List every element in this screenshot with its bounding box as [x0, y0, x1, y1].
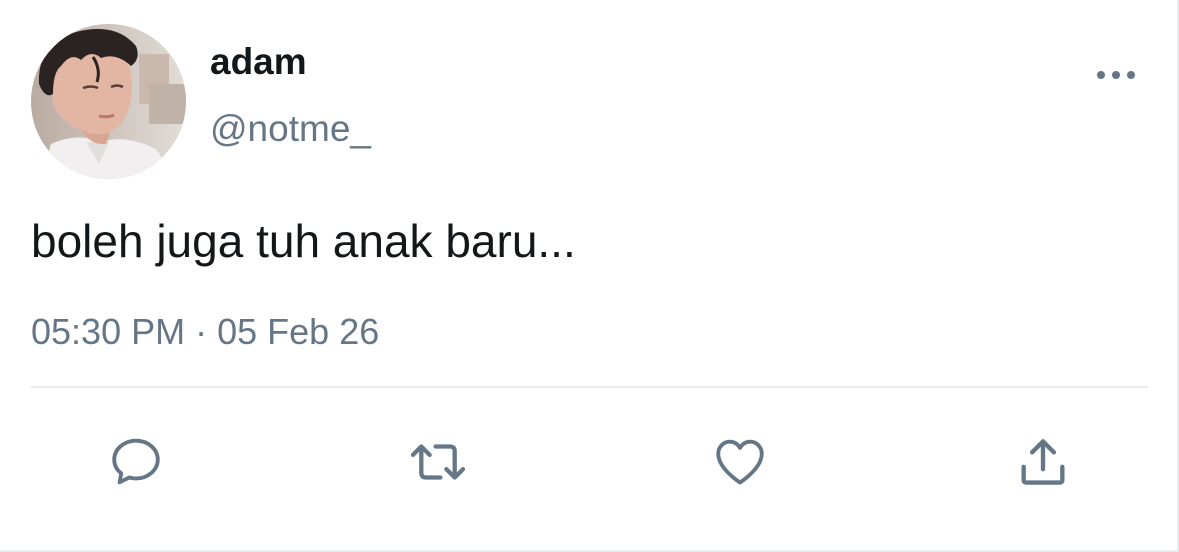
retweet-icon [410, 444, 466, 480]
share-button[interactable] [1011, 430, 1075, 494]
display-name[interactable]: adam [210, 40, 307, 84]
more-options-button[interactable] [1090, 58, 1142, 92]
like-button[interactable] [708, 430, 772, 494]
more-dots-icon [1097, 71, 1135, 79]
share-upload-icon [1021, 439, 1065, 485]
tweet-timestamp[interactable]: 05:30 PM · 05 Feb 26 [31, 310, 379, 354]
avatar-photo [31, 24, 186, 179]
divider [31, 386, 1148, 388]
retweet-button[interactable] [406, 430, 470, 494]
reply-button[interactable] [104, 430, 168, 494]
heart-icon [716, 439, 764, 485]
tweet-text: boleh juga tuh anak baru... [31, 215, 576, 267]
user-handle[interactable]: @notme_ [210, 107, 371, 151]
comment-bubble-icon [112, 438, 160, 485]
tweet-card: adam @notme_ boleh juga tuh anak baru...… [0, 0, 1179, 552]
meta-separator: · [195, 311, 208, 352]
avatar[interactable] [31, 24, 186, 179]
tweet-date: 05 Feb 26 [217, 311, 380, 352]
tweet-time: 05:30 PM [31, 311, 186, 352]
